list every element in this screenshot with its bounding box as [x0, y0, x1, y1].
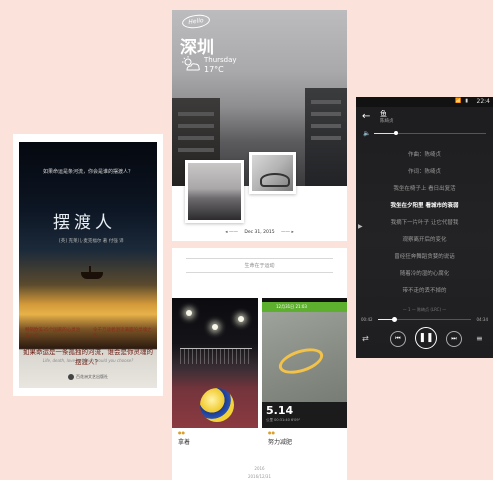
caption-running: 努力减肥 [268, 439, 293, 446]
lyric-source-hint: — 1 — 陈绮贞 (LRC) — [402, 307, 447, 312]
book-title: 摆渡人 [53, 213, 116, 233]
caption-dots-icon: ●● [268, 430, 275, 435]
lyric-line[interactable]: 我摘下一片叶子 让它代替我 [356, 215, 493, 232]
signal-battery-icon: 📶 ▮ [455, 98, 469, 104]
previous-track-button[interactable]: ⏮ [390, 331, 406, 347]
volume-icon: 🔈 [363, 130, 371, 137]
running-app-bar-text: 12月31日 21:03 [276, 304, 307, 309]
caption-volleyball: 拿着 [178, 439, 191, 446]
play-from-line-icon[interactable]: ▶ [358, 223, 363, 230]
status-time: 22:4 [476, 98, 490, 105]
volleyball-court-photo[interactable] [172, 298, 258, 428]
playback-controls: ⇄ ⏮ ❚❚ ⏭ ≡ [356, 327, 493, 351]
lyric-line-active[interactable]: 我坐在夕阳里 看城市的衰弱 [356, 198, 493, 215]
volume-slider[interactable] [374, 131, 486, 135]
publisher-name: 百花洲文艺出版社 [76, 374, 108, 379]
song-artist: 陈绮贞 [380, 119, 394, 124]
total-time: 04:34 [476, 317, 488, 322]
progress-bar: 00:42 04:34 [356, 317, 493, 327]
running-app-screenshot[interactable]: 12月31日 21:03 5.14 公里 00:31:40 6'09" [262, 298, 347, 428]
sport-card[interactable]: 生命在于运动 12月31日 21:03 5.14 公里 00:31:40 6'0… [172, 248, 347, 480]
photo-thumbnail-car[interactable] [249, 152, 296, 194]
book-cover: 如果命运是条河流，你会是谁的摆渡人？ 摆渡人 [英] 克莱儿·麦克福尔 著 付强… [19, 142, 157, 388]
flood-light [238, 316, 244, 322]
flood-light [186, 310, 192, 316]
seek-knob[interactable] [391, 317, 397, 322]
music-player: 📶 ▮ 22:4 ← 鱼 陈绮贞 🔈 作曲：陈绮贞 作词：陈绮贞 我坐在椅子上 看日… [356, 97, 493, 358]
running-details: 公里 00:31:40 6'09" [266, 418, 301, 422]
next-track-button[interactable]: ⏭ [446, 331, 462, 347]
publisher-logo-icon [68, 374, 74, 380]
caption-dots-icon: ●● [178, 430, 185, 435]
book-badge-left: 畅销欧美35个国家的心灵治愈小说 [25, 328, 81, 340]
lyrics-list[interactable]: 作曲：陈绮贞 作词：陈绮贞 我坐在椅子上 看日出复活 我坐在夕阳里 看城市的衰弱 我摘下… [356, 147, 493, 300]
weather-day: Thursday [204, 56, 237, 64]
volume-fill [374, 133, 397, 134]
book-cover-card[interactable]: 如果命运是条河流，你会是谁的摆渡人？ 摆渡人 [英] 克莱儿·麦克福尔 著 付强… [13, 134, 163, 396]
seek-slider[interactable] [378, 317, 471, 322]
footer-year: 2016 [254, 466, 265, 471]
date-label: Dec 31, 2015 [244, 230, 275, 235]
building-right [305, 88, 347, 186]
volume-knob[interactable] [394, 131, 399, 135]
photo-thumbnail-sky[interactable] [185, 160, 244, 223]
running-distance: 5.14 [266, 404, 294, 417]
cloudy-sun-icon [182, 56, 200, 71]
sport-heading: 生命在于运动 [244, 263, 275, 269]
lyric-line[interactable]: 观察离开后的变化 [356, 232, 493, 249]
running-stats: 5.14 公里 00:31:40 6'09" [262, 402, 347, 428]
lyric-line[interactable]: 随着冷的湿的心腐化 [356, 266, 493, 283]
lyric-line[interactable]: 我坐在椅子上 看日出复活 [356, 181, 493, 198]
playlist-icon[interactable]: ≡ [476, 334, 483, 343]
volleyball-net [180, 348, 252, 364]
running-route-map [262, 312, 347, 402]
flood-light [212, 324, 218, 330]
city-weather-card[interactable]: Hello 深圳 Thursday 17°C ◂ —— Dec 31, 2015… [172, 10, 347, 241]
back-arrow-icon[interactable]: ← [362, 111, 370, 122]
book-english-line: Life, death, love — Which would you choo… [42, 358, 134, 363]
divider [186, 272, 333, 273]
pause-button[interactable]: ❚❚ [415, 327, 437, 349]
next-date-arrow-icon[interactable]: —— ▸ [281, 230, 294, 235]
date-navigator: ◂ —— Dec 31, 2015 —— ▸ [172, 230, 347, 235]
book-author: [英] 克莱儿·麦克福尔 著 付强 译 [59, 239, 124, 244]
shuffle-icon[interactable]: ⇄ [362, 334, 369, 343]
lyric-line[interactable]: 带不走的丢不掉的 [356, 283, 493, 300]
book-question: 如果命运是一条孤独的河流，谁会是你灵魂的摆渡人？ [23, 348, 153, 366]
weather-temperature: 17°C [204, 65, 224, 74]
book-publisher: 百花洲文艺出版社 [19, 374, 157, 380]
status-bar: 📶 ▮ 22:4 [356, 97, 493, 107]
book-badge-right: 令千万读者泪流满面的灵魂之作 [93, 328, 152, 340]
prev-date-arrow-icon[interactable]: ◂ —— [225, 230, 238, 235]
volleyball-icon [200, 388, 234, 422]
boat-icon [81, 266, 103, 279]
lyric-line[interactable]: 作词：陈绮贞 [356, 164, 493, 181]
lyric-line[interactable]: 作曲：陈绮贞 [356, 147, 493, 164]
footer-date: 2016/12/31 [247, 474, 272, 479]
lyric-line[interactable]: 曾经狂奔舞蹈贪婪的说话 [356, 249, 493, 266]
current-time: 00:42 [361, 317, 373, 322]
book-tagline: 如果命运是条河流，你会是谁的摆渡人？ [42, 169, 133, 175]
running-track-route [275, 343, 327, 379]
running-app-bar: 12月31日 21:03 [262, 302, 347, 312]
divider [186, 258, 333, 259]
